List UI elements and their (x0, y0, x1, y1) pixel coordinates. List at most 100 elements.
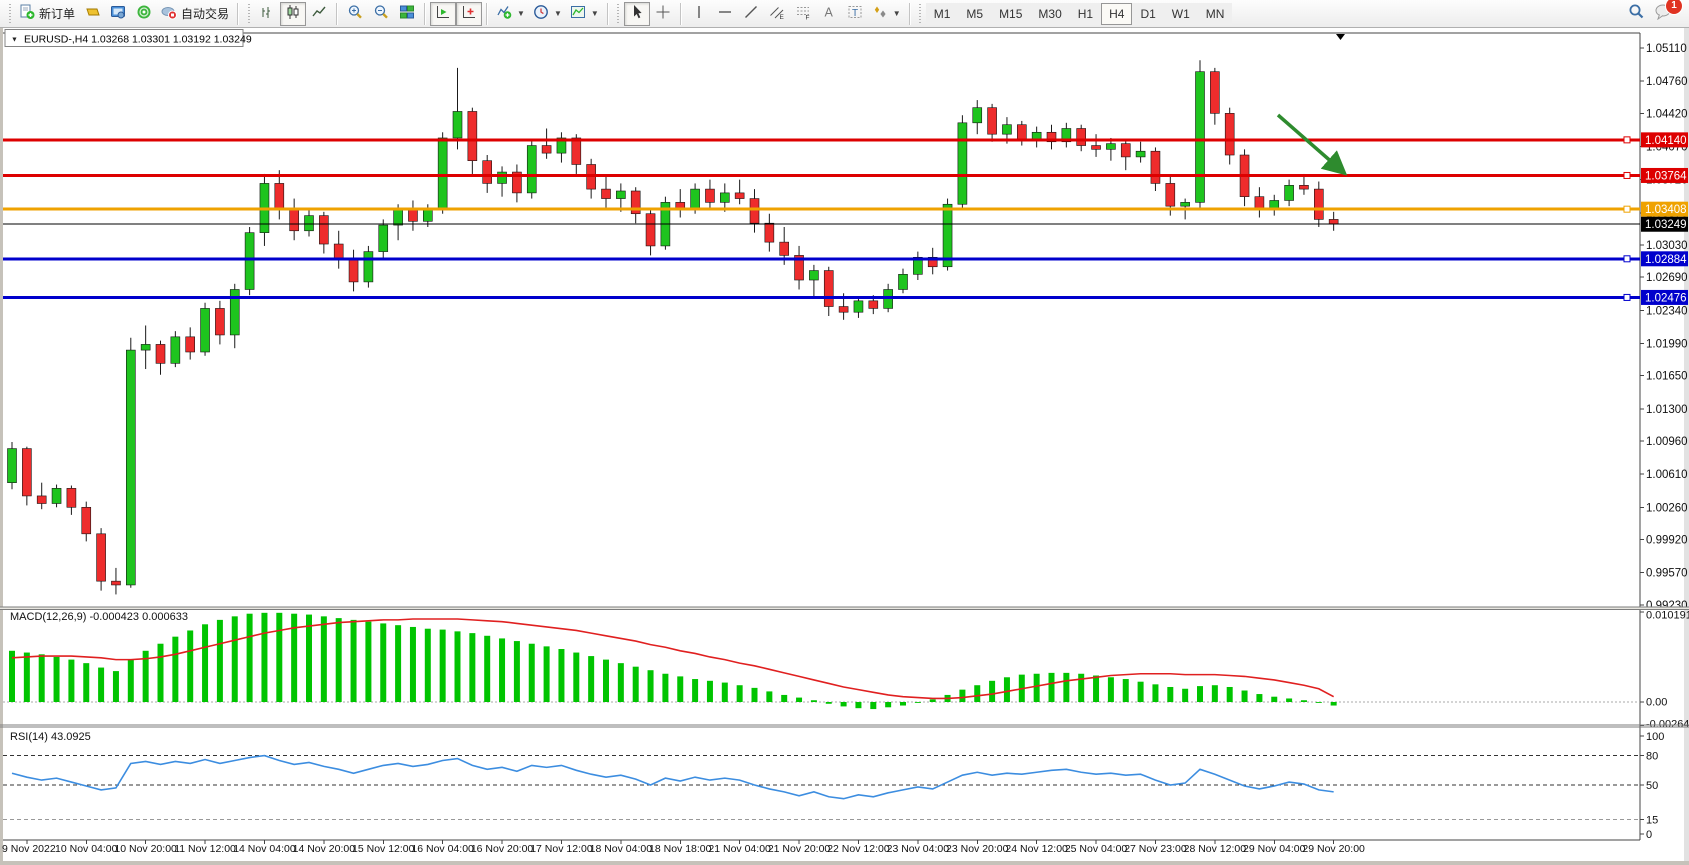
separator (424, 3, 426, 25)
candle (156, 344, 165, 363)
time-tick-label: 27 Nov 23:00 (1124, 843, 1187, 855)
candle (37, 496, 46, 504)
terminal-button[interactable] (105, 2, 131, 26)
cursor-icon (629, 4, 645, 23)
rsi-tick-label: 0 (1646, 829, 1652, 841)
terminal-icon (110, 4, 126, 23)
macd-histogram-bar (722, 683, 728, 702)
timeframe-h1[interactable]: H1 (1070, 3, 1101, 25)
candle (483, 161, 492, 184)
price-badge-label: 1.03408 (1645, 204, 1687, 216)
macd-histogram-bar (870, 702, 876, 709)
candle (245, 233, 254, 290)
line-chart-icon (311, 4, 327, 23)
auto-scroll-button[interactable] (430, 2, 456, 26)
line-chart-button[interactable] (306, 2, 332, 26)
horizontal-line-button[interactable] (712, 2, 738, 26)
candle (958, 123, 967, 204)
toolbar-grip[interactable] (616, 4, 621, 24)
vertical-line-button[interactable] (686, 2, 712, 26)
level-anchor[interactable] (1624, 206, 1630, 212)
macd-histogram-bar (410, 627, 416, 702)
macd-histogram-bar (781, 695, 787, 702)
shapes-button[interactable]: ▼ (868, 2, 905, 26)
cursor-button[interactable] (624, 2, 650, 26)
timeframe-m5[interactable]: M5 (958, 3, 991, 25)
timeframe-m1[interactable]: M1 (926, 3, 959, 25)
chart-shift-button[interactable] (456, 2, 482, 26)
level-anchor[interactable] (1624, 137, 1630, 143)
time-tick-label: 9 Nov 2022 (2, 843, 56, 855)
time-tick-label: 28 Nov 12:00 (1184, 843, 1247, 855)
candlestick-button[interactable] (280, 2, 306, 26)
text-button[interactable]: A (816, 2, 842, 26)
periods-button[interactable]: ▼ (529, 2, 566, 26)
candle (1002, 125, 1011, 134)
level-anchor[interactable] (1624, 256, 1630, 262)
timeframe-mn[interactable]: MN (1198, 3, 1233, 25)
timeframe-d1[interactable]: D1 (1132, 3, 1163, 25)
level-anchor[interactable] (1624, 172, 1630, 178)
toolbar-grip[interactable] (246, 4, 251, 24)
time-tick-label: 21 Nov 04:00 (708, 843, 771, 855)
macd-histogram-bar (128, 660, 134, 702)
candle (52, 488, 61, 503)
search-icon[interactable] (1628, 3, 1645, 25)
candle (22, 449, 31, 496)
macd-tick-label: 0.00 (1646, 697, 1667, 709)
price-badge-label: 1.02476 (1645, 292, 1687, 304)
zoom-in-button[interactable] (342, 2, 368, 26)
toolbar-grip[interactable] (7, 4, 12, 24)
crosshair-icon (655, 4, 671, 23)
candle (186, 337, 195, 352)
mt4-window: 新订单 自动交易 (0, 0, 1689, 865)
timeframe-w1[interactable]: W1 (1164, 3, 1198, 25)
auto-scroll-icon (435, 4, 451, 23)
macd-histogram-bar (39, 654, 45, 702)
macd-histogram-bar (247, 614, 253, 702)
time-tick-label: 11 Nov 12:00 (174, 843, 236, 855)
timeframe-h4[interactable]: H4 (1101, 3, 1132, 25)
macd-histogram-bar (1108, 677, 1114, 702)
signals-button[interactable] (131, 2, 157, 26)
macd-histogram-bar (336, 618, 342, 702)
candle (1166, 183, 1175, 206)
macd-histogram-bar (113, 671, 119, 702)
new-order-icon (19, 4, 35, 23)
chat-button[interactable]: 1 (1655, 3, 1673, 25)
macd-histogram-bar (558, 649, 564, 702)
market-watch-button[interactable] (79, 2, 105, 26)
fibonacci-button[interactable]: F (790, 2, 816, 26)
level-anchor[interactable] (1624, 294, 1630, 300)
macd-histogram-bar (202, 624, 208, 702)
time-tick-label: 22 Nov 12:00 (827, 843, 890, 855)
macd-histogram-bar (469, 633, 475, 702)
horizontal-line-icon (717, 4, 733, 23)
macd-histogram-bar (276, 613, 282, 702)
crosshair-button[interactable] (650, 2, 676, 26)
time-tick-label: 10 Nov 20:00 (114, 843, 177, 855)
window-edge-bottom (0, 861, 1689, 865)
macd-histogram-bar (380, 623, 386, 702)
channel-button[interactable]: E (764, 2, 790, 26)
indicators-button[interactable]: ▼ (492, 2, 529, 26)
chart-area[interactable]: 1.051101.047601.044201.040701.037201.033… (0, 28, 1689, 865)
time-tick-label: 21 Nov 20:00 (768, 843, 831, 855)
autotrading-button[interactable]: 自动交易 (157, 2, 233, 26)
macd-histogram-bar (158, 644, 164, 702)
new-order-button[interactable]: 新订单 (15, 2, 79, 26)
svg-text:F: F (805, 15, 809, 21)
price-tick-label: 0.99570 (1646, 568, 1688, 580)
label-button[interactable]: T (842, 2, 868, 26)
timeframe-m30[interactable]: M30 (1030, 3, 1069, 25)
timeframe-m15[interactable]: M15 (991, 3, 1030, 25)
price-tick-label: 1.05110 (1646, 43, 1687, 55)
candle (379, 225, 388, 252)
tile-windows-button[interactable] (394, 2, 420, 26)
bar-chart-button[interactable] (254, 2, 280, 26)
zoom-out-icon (373, 4, 389, 23)
trendline-button[interactable] (738, 2, 764, 26)
zoom-out-button[interactable] (368, 2, 394, 26)
toolbar-grip[interactable] (918, 4, 923, 24)
templates-button[interactable]: ▼ (566, 2, 603, 26)
